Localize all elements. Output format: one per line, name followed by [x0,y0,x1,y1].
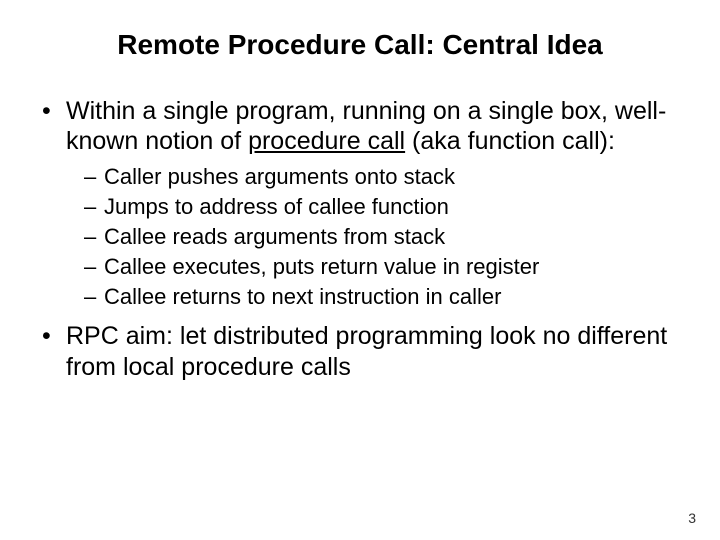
sub-bullet-item: Callee executes, puts return value in re… [84,253,684,281]
sub-bullet-list: Caller pushes arguments onto stack Jumps… [66,163,684,312]
slide-title: Remote Procedure Call: Central Idea [36,28,684,62]
slide: Remote Procedure Call: Central Idea With… [0,0,720,540]
sub-bullet-item: Caller pushes arguments onto stack [84,163,684,191]
sub-bullet-item: Callee reads arguments from stack [84,223,684,251]
bullet-text-post: (aka function call): [405,127,615,155]
bullet-item: RPC aim: let distributed programming loo… [40,321,684,382]
bullet-text-underlined: procedure call [248,127,405,155]
bullet-text-pre: RPC aim: let distributed programming loo… [66,322,667,381]
bullet-list: Within a single program, running on a si… [36,96,684,383]
sub-bullet-item: Jumps to address of callee function [84,193,684,221]
bullet-item: Within a single program, running on a si… [40,96,684,312]
sub-bullet-item: Callee returns to next instruction in ca… [84,283,684,311]
page-number: 3 [688,510,696,526]
